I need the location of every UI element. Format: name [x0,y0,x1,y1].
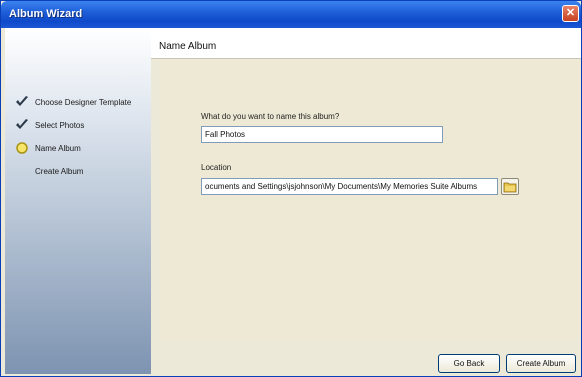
location-label: Location [201,163,232,172]
step-label: Name Album [35,143,81,153]
browse-button[interactable] [501,178,519,195]
page-title: Name Album [159,41,217,52]
step-choose-designer-template: Choose Designer Template [15,95,131,109]
wizard-steps-sidebar: Choose Designer Template Select Photos N… [5,28,151,374]
step-label: Select Photos [35,120,85,130]
content-area: What do you want to name this album? Fal… [159,60,581,340]
step-create-album: Create Album [35,164,83,178]
current-step-icon [15,141,29,155]
album-name-label: What do you want to name this album? [201,112,340,121]
step-select-photos: Select Photos [15,118,84,132]
close-icon: ✕ [565,7,576,19]
check-icon [15,118,29,132]
step-name-album: Name Album [15,141,81,155]
check-icon [15,95,29,109]
title-bar[interactable]: Album Wizard ✕ [1,1,581,28]
folder-icon [502,182,518,196]
album-wizard-window: Album Wizard ✕ Choose Designer Template … [0,0,582,377]
main-panel: Name Album What do you want to name this… [151,28,581,374]
location-field[interactable]: ocuments and Settings\jsjohnson\My Docum… [201,178,498,195]
create-album-button[interactable]: Create Album [506,354,576,373]
step-label: Choose Designer Template [35,97,132,107]
step-label: Create Album [35,166,84,176]
window-title: Album Wizard [9,8,83,20]
go-back-button[interactable]: Go Back [438,354,500,373]
album-name-field[interactable]: Fall Photos [201,126,443,143]
close-button[interactable]: ✕ [562,5,579,22]
page-header: Name Album [151,28,581,59]
